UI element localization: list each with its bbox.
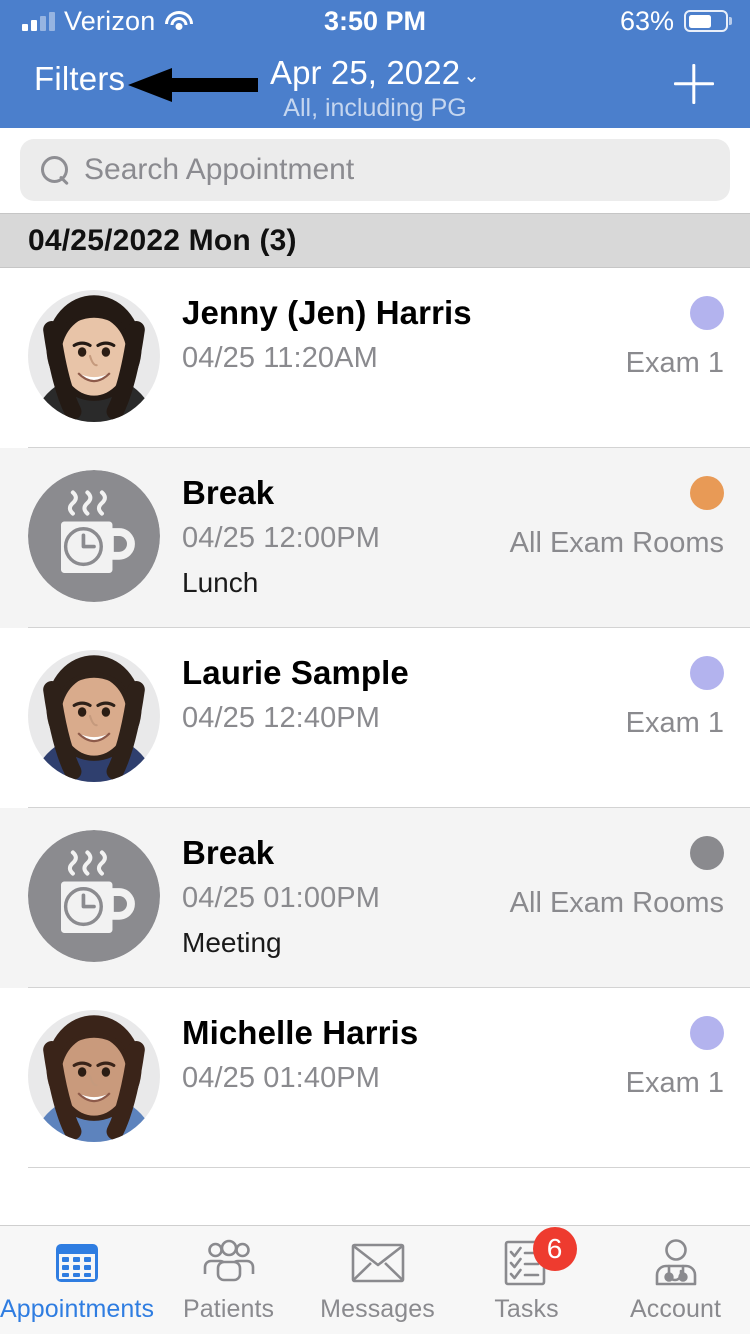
status-badge	[690, 836, 724, 870]
appointment-room: Exam 1	[625, 347, 724, 379]
nav-title-group[interactable]: Apr 25, 2022 ⌄ All, including PG	[0, 54, 750, 123]
appointment-status-group: All Exam Rooms	[510, 470, 724, 560]
status-bar: Verizon 3:50 PM 63%	[0, 0, 750, 42]
appointment-time: 04/25 12:40PM	[182, 701, 380, 734]
tab-patients[interactable]: Patients	[154, 1226, 303, 1334]
carrier-label: Verizon	[64, 5, 156, 36]
appointment-room: All Exam Rooms	[509, 527, 724, 559]
tab-account[interactable]: Account	[601, 1226, 750, 1334]
doctor-stethoscope-icon	[651, 1237, 701, 1289]
wifi-icon	[164, 10, 194, 32]
appointment-details: Michelle Harris 04/25 01:40PM	[182, 1010, 626, 1095]
appointment-status-group: All Exam Rooms	[510, 830, 724, 920]
filter-subtitle-label: All, including PG	[283, 94, 467, 122]
appointment-row[interactable]: Break 04/25 12:00PM Lunch All Exam Rooms	[0, 448, 750, 628]
appointment-name: Jenny (Jen) Harris	[182, 294, 472, 331]
tab-label: Patients	[183, 1294, 275, 1323]
appointment-details: Break 04/25 01:00PM Meeting	[182, 830, 510, 959]
patient-photo	[28, 290, 160, 422]
appointment-room: All Exam Rooms	[509, 887, 724, 919]
status-badge	[690, 1016, 724, 1050]
appointment-note: Meeting	[182, 926, 282, 958]
appointment-name: Break	[182, 474, 275, 511]
coffee-break-icon	[28, 470, 160, 602]
section-header: 04/25/2022 Mon (3)	[0, 213, 750, 268]
coffee-break-icon	[28, 830, 160, 962]
tab-label: Appointments	[0, 1294, 155, 1323]
appointment-name: Michelle Harris	[182, 1014, 419, 1051]
appointment-row[interactable]: Jenny (Jen) Harris 04/25 11:20AM Exam 1	[0, 268, 750, 448]
search-bar[interactable]: Search Appointment	[20, 139, 730, 201]
appointment-details: Break 04/25 12:00PM Lunch	[182, 470, 510, 599]
status-badge	[690, 476, 724, 510]
battery-percent-label: 63%	[619, 5, 674, 36]
tab-messages[interactable]: Messages	[303, 1226, 452, 1334]
tab-label: Messages	[320, 1294, 435, 1323]
tab-label: Tasks	[494, 1294, 559, 1323]
envelope-icon	[351, 1237, 405, 1289]
appointment-name: Laurie Sample	[182, 654, 409, 691]
signal-bars-icon	[22, 11, 55, 31]
checklist-icon: 6	[503, 1226, 577, 1289]
appointment-room: Exam 1	[625, 707, 724, 739]
appointment-room: Exam 1	[625, 1067, 724, 1099]
calendar-icon	[52, 1237, 102, 1289]
appointment-row[interactable]: Break 04/25 01:00PM Meeting All Exam Rooms	[0, 808, 750, 988]
appointment-row[interactable]: Michelle Harris 04/25 01:40PM Exam 1	[0, 988, 750, 1168]
appointment-time: 04/25 01:00PM	[182, 881, 380, 914]
search-input[interactable]: Search Appointment	[84, 153, 354, 187]
appointment-status-group: Exam 1	[626, 1010, 724, 1100]
appointment-name: Break	[182, 834, 275, 871]
tab-tasks[interactable]: 6 Tasks	[452, 1226, 601, 1334]
battery-icon	[684, 10, 728, 32]
tab-label: Account	[630, 1294, 722, 1323]
chevron-down-icon: ⌄	[463, 65, 481, 87]
appointment-note: Lunch	[182, 566, 259, 598]
add-appointment-button[interactable]	[668, 58, 720, 110]
status-bar-left: Verizon	[22, 6, 194, 37]
people-group-icon	[202, 1237, 256, 1289]
section-header-label: 04/25/2022 Mon (3)	[28, 223, 297, 257]
date-title-label: Apr 25, 2022	[269, 54, 461, 91]
tasks-badge: 6	[532, 1226, 577, 1271]
search-section: Search Appointment	[0, 128, 750, 213]
search-icon	[40, 155, 70, 185]
annotation-arrow-icon	[128, 68, 258, 102]
appointment-list[interactable]: Jenny (Jen) Harris 04/25 11:20AM Exam 1 Br…	[0, 268, 750, 1225]
tab-appointments[interactable]: Appointments	[0, 1226, 154, 1334]
date-picker-button[interactable]: Apr 25, 2022 ⌄	[270, 54, 480, 92]
navigation-bar: Filters Apr 25, 2022 ⌄ All, including PG	[0, 42, 750, 128]
status-badge	[690, 296, 724, 330]
patient-photo	[28, 1010, 160, 1142]
tab-bar[interactable]: Appointments Patients Messages 6 Tasks Ac…	[0, 1225, 750, 1334]
appointment-time: 04/25 11:20AM	[182, 341, 378, 374]
status-bar-right: 63%	[620, 6, 728, 37]
appointment-status-group: Exam 1	[626, 290, 724, 380]
status-badge	[690, 656, 724, 690]
appointment-details: Jenny (Jen) Harris 04/25 11:20AM	[182, 290, 626, 375]
appointment-time: 04/25 12:00PM	[182, 521, 380, 554]
app-screen: Verizon 3:50 PM 63% Filters Apr 25, 2022…	[0, 0, 750, 1334]
patient-photo	[28, 650, 160, 782]
appointment-time: 04/25 01:40PM	[182, 1061, 380, 1094]
appointment-status-group: Exam 1	[626, 650, 724, 740]
appointment-details: Laurie Sample 04/25 12:40PM	[182, 650, 626, 735]
appointment-row[interactable]: Laurie Sample 04/25 12:40PM Exam 1	[0, 628, 750, 808]
